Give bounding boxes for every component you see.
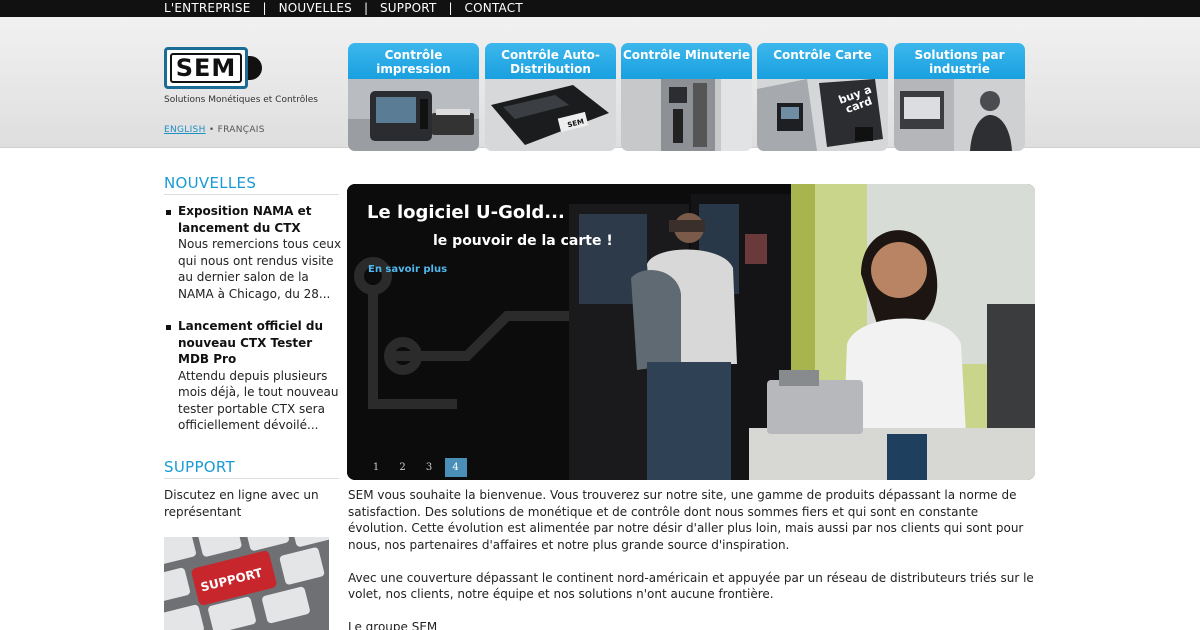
tile-title: Contrôle Carte [757, 43, 888, 79]
support-heading: SUPPORT [164, 458, 235, 476]
support-keyboard-image[interactable]: SUPPORT [164, 537, 329, 630]
tile-title: Contrôle Minuterie [621, 43, 752, 79]
support-chat-link[interactable]: Discutez en ligne avec un représentant [164, 487, 339, 520]
news-item[interactable]: Lancement officiel du nouveau CTX Tester… [178, 318, 343, 434]
nav-link-support[interactable]: SUPPORT [380, 1, 437, 15]
banner-pagination: 1 2 3 4 [365, 458, 471, 477]
timer-controller-image [621, 79, 752, 151]
news-title[interactable]: Exposition NAMA et lancement du CTX [178, 203, 343, 236]
bullet-icon [166, 210, 171, 215]
nav-separator: | [448, 1, 453, 15]
banner-learn-more-link[interactable]: En savoir plus [368, 264, 447, 275]
news-item[interactable]: Exposition NAMA et lancement du CTX Nous… [178, 203, 343, 302]
nav-separator: | [262, 1, 267, 15]
logo-mark [248, 56, 262, 80]
news-heading: NOUVELLES [164, 174, 257, 192]
keyboard-illustration [164, 537, 329, 630]
tile-title: Contrôle Auto-Distribution [485, 43, 616, 79]
intro-text: SEM vous souhaite la bienvenue. Vous tro… [348, 487, 1038, 630]
printer-controller-image [348, 79, 479, 151]
language-french: FRANÇAIS [217, 125, 265, 135]
pagination-page-1[interactable]: 1 [365, 458, 387, 477]
nav-link-nouvelles[interactable]: NOUVELLES [279, 1, 352, 15]
industry-solutions-image [894, 79, 1025, 151]
hero-banner[interactable]: Le logiciel U-Gold... le pouvoir de la c… [347, 184, 1035, 480]
tile-controle-auto-distribution[interactable]: Contrôle Auto-Distribution SEM [485, 43, 616, 151]
nav-link-contact[interactable]: CONTACT [465, 1, 523, 15]
tile-title: Solutions par industrie [894, 43, 1025, 79]
nav-separator: | [363, 1, 368, 15]
tile-controle-carte[interactable]: Contrôle Carte buy a card [757, 43, 888, 151]
banner-subtitle: le pouvoir de la carte ! [433, 233, 613, 249]
banner-title: Le logiciel U-Gold... [367, 202, 565, 223]
language-switcher: ENGLISH • FRANÇAIS [164, 125, 265, 135]
language-english-link[interactable]: ENGLISH [164, 125, 206, 135]
news-title[interactable]: Lancement officiel du nouveau CTX Tester… [178, 318, 343, 368]
intro-paragraph: SEM vous souhaite la bienvenue. Vous tro… [348, 488, 1024, 552]
logo-frame: SEM [164, 47, 248, 89]
vending-controller-image: SEM [485, 79, 616, 151]
pagination-page-3[interactable]: 3 [418, 458, 440, 477]
pagination-page-4-active[interactable]: 4 [444, 458, 467, 477]
news-excerpt: Attendu depuis plusieurs mois déjà, le t… [178, 368, 339, 433]
sem-logo[interactable]: SEM [164, 47, 262, 89]
language-separator: • [208, 125, 215, 135]
tile-solutions-par-industrie[interactable]: Solutions par industrie [894, 43, 1025, 151]
pagination-page-2[interactable]: 2 [392, 458, 414, 477]
tagline: Solutions Monétiques et Contrôles [164, 95, 318, 105]
nav-link-entreprise[interactable]: L'ENTREPRISE [164, 1, 251, 15]
tile-controle-impression[interactable]: Contrôle impression [348, 43, 479, 151]
top-navigation: L'ENTREPRISE | NOUVELLES | SUPPORT | CON… [164, 1, 523, 15]
news-divider [164, 194, 339, 195]
tile-controle-minuterie[interactable]: Contrôle Minuterie [621, 43, 752, 151]
tile-title: Contrôle impression [348, 43, 479, 79]
bullet-icon [166, 325, 171, 330]
news-excerpt: Nous remercions tous ceux qui nous ont r… [178, 237, 342, 301]
logo-text: SEM [170, 53, 242, 83]
header: SEM Solutions Monétiques et Contrôles EN… [0, 17, 1200, 151]
intro-paragraph: Avec une couverture dépassant le contine… [348, 570, 1034, 602]
banner-photo [347, 184, 1035, 480]
intro-signature: Le groupe SEM [348, 620, 438, 630]
support-divider [164, 478, 339, 479]
